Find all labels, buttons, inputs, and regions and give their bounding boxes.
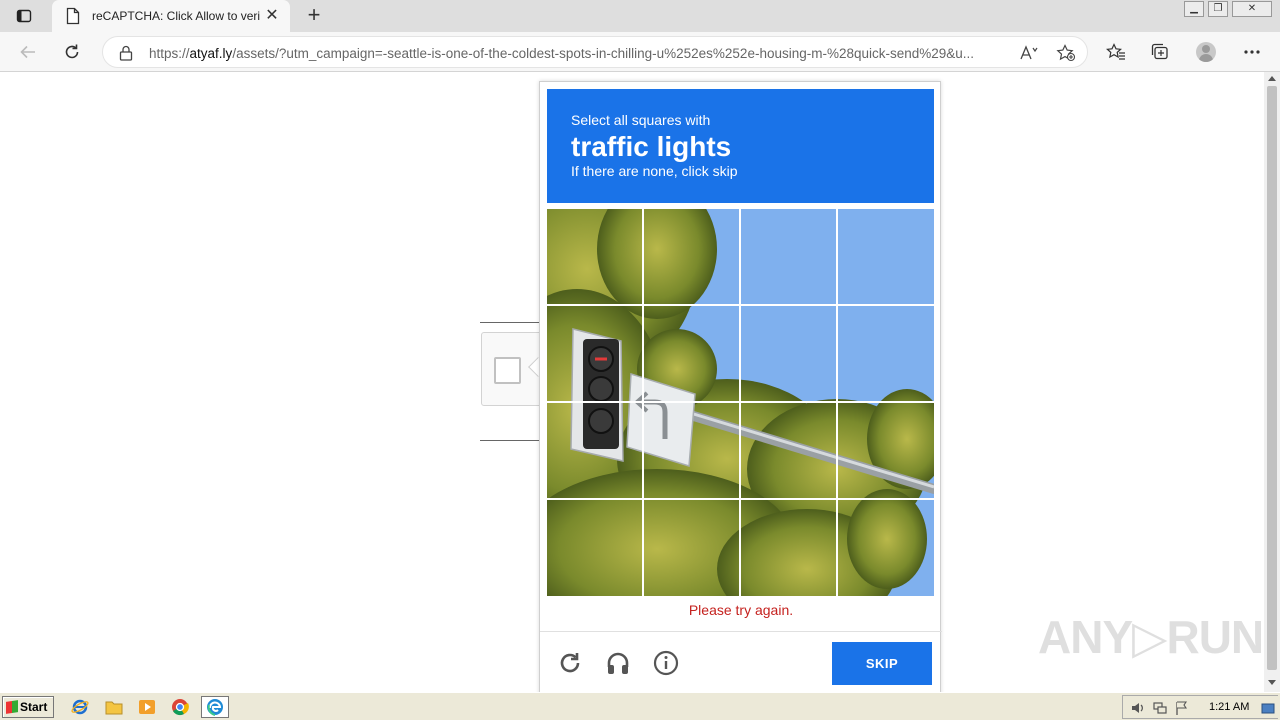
- flag-icon[interactable]: [1175, 701, 1189, 715]
- volume-icon[interactable]: [1131, 701, 1145, 715]
- info-icon[interactable]: [652, 649, 680, 677]
- image-grid: [547, 209, 934, 596]
- start-label: Start: [20, 700, 48, 714]
- grid-tile[interactable]: [838, 209, 933, 304]
- screen: reCAPTCHA: Click Allow to veri ✕ + ▁ ❐ ✕…: [0, 0, 1280, 720]
- recaptcha-checkbox[interactable]: [494, 357, 521, 384]
- start-button[interactable]: Start: [2, 696, 54, 718]
- challenge-footer: SKIP: [540, 631, 942, 692]
- edge-icon[interactable]: [201, 696, 229, 718]
- headphones-icon[interactable]: [604, 649, 632, 677]
- close-window-button[interactable]: ✕: [1232, 1, 1272, 17]
- tab-actions-icon[interactable]: [14, 6, 34, 26]
- browser-tab[interactable]: reCAPTCHA: Click Allow to veri ✕: [52, 0, 290, 32]
- grid-tile[interactable]: [741, 306, 836, 401]
- network-icon[interactable]: [1153, 701, 1167, 715]
- url-path: /assets/?utm_campaign=-seattle-is-one-of…: [232, 46, 975, 61]
- page-content: Select all squares with traffic lights I…: [0, 72, 1264, 692]
- challenge-header: Select all squares with traffic lights I…: [547, 89, 934, 203]
- file-explorer-icon[interactable]: [102, 696, 126, 718]
- system-tray: 1:21 AM: [1122, 695, 1278, 719]
- url-text[interactable]: https://atyaf.ly/assets/?utm_campaign=-s…: [149, 46, 1011, 61]
- tab-strip: reCAPTCHA: Click Allow to veri ✕ + ▁ ❐ ✕: [0, 0, 1280, 32]
- reload-icon[interactable]: [556, 649, 584, 677]
- taskbar-clock: 1:21 AM: [1209, 701, 1250, 713]
- grid-tile[interactable]: [741, 500, 836, 595]
- tab-close-button[interactable]: ✕: [262, 6, 282, 26]
- divider: [480, 322, 540, 323]
- media-player-icon[interactable]: [135, 696, 159, 718]
- grid-tile[interactable]: [547, 403, 642, 498]
- grid-tile[interactable]: [838, 403, 933, 498]
- read-aloud-icon[interactable]: [1019, 43, 1041, 63]
- grid-tile[interactable]: [547, 500, 642, 595]
- skip-button[interactable]: SKIP: [832, 642, 932, 685]
- taskbar: Start 1:21 AM: [0, 692, 1280, 720]
- scroll-down-arrow-icon[interactable]: [1268, 680, 1276, 685]
- lock-icon[interactable]: [119, 45, 133, 61]
- grid-tile[interactable]: [644, 500, 739, 595]
- back-arrow-icon[interactable]: [16, 40, 40, 64]
- vertical-scrollbar[interactable]: [1264, 72, 1280, 692]
- grid-tile[interactable]: [644, 306, 739, 401]
- url-prefix: https://: [149, 46, 190, 61]
- challenge-note: If there are none, click skip: [571, 163, 738, 179]
- new-tab-button[interactable]: +: [302, 4, 326, 28]
- internet-explorer-icon[interactable]: [68, 696, 92, 718]
- tab-title: reCAPTCHA: Click Allow to veri: [92, 9, 261, 23]
- scrollbar-thumb[interactable]: [1267, 86, 1277, 670]
- grid-tile[interactable]: [644, 403, 739, 498]
- error-message: Please try again.: [688, 602, 794, 618]
- challenge-target: traffic lights: [571, 131, 732, 162]
- grid-tile[interactable]: [644, 209, 739, 304]
- grid-tile[interactable]: [838, 306, 933, 401]
- challenge-instruction: Select all squares with: [571, 112, 711, 128]
- profile-avatar-icon[interactable]: [1194, 40, 1218, 64]
- url-host: atyaf.ly: [189, 46, 233, 61]
- anyrun-watermark: ANY▷RUN: [1038, 611, 1264, 663]
- restore-button[interactable]: ❐: [1208, 1, 1228, 17]
- page-icon: [66, 7, 80, 25]
- collections-icon[interactable]: [1148, 40, 1172, 64]
- add-favorite-icon[interactable]: [1055, 43, 1077, 63]
- minimize-button[interactable]: ▁: [1184, 1, 1204, 17]
- address-bar[interactable]: https://atyaf.ly/assets/?utm_campaign=-s…: [102, 36, 1088, 68]
- grid-tile[interactable]: [741, 403, 836, 498]
- grid-tile[interactable]: [547, 306, 642, 401]
- recaptcha-challenge: Select all squares with traffic lights I…: [539, 81, 942, 692]
- chrome-icon[interactable]: [168, 696, 192, 718]
- browser-toolbar: https://atyaf.ly/assets/?utm_campaign=-s…: [0, 32, 1280, 72]
- grid-tile[interactable]: [547, 209, 642, 304]
- refresh-icon[interactable]: [60, 40, 84, 64]
- divider: [480, 440, 540, 441]
- more-menu-icon[interactable]: [1240, 40, 1264, 64]
- grid-tile[interactable]: [838, 500, 933, 595]
- favorites-icon[interactable]: [1104, 40, 1128, 64]
- grid-tile[interactable]: [741, 209, 836, 304]
- scroll-up-arrow-icon[interactable]: [1268, 76, 1276, 81]
- windows-logo-icon: [6, 700, 18, 714]
- show-desktop-icon[interactable]: [1261, 701, 1275, 715]
